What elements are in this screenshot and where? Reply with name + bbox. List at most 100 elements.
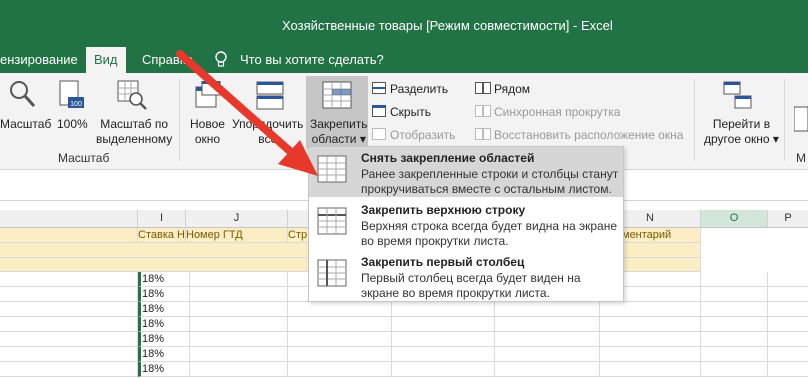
table-cell[interactable] [495,347,600,362]
table-cell[interactable] [600,362,701,377]
freeze-first-column-title: Закрепить первый столбец [361,255,525,269]
table-cell[interactable] [768,317,808,332]
table-cell[interactable] [186,347,288,362]
table-cell[interactable] [288,302,392,317]
vat-cell[interactable]: 18% [138,347,190,362]
table-cell[interactable] [768,332,808,347]
table-cell[interactable] [288,362,392,377]
zoom-icon [8,79,36,112]
column-header-i[interactable]: I [138,210,186,228]
unhide-button[interactable]: Отобразить [390,128,455,142]
table-cell[interactable] [392,317,495,332]
arrange-all-button[interactable]: Упорядочить все [232,117,303,147]
vat-cell[interactable]: 18% [138,362,190,377]
column-header-j[interactable]: J [186,210,288,228]
table-cell[interactable] [600,317,701,332]
table-cell[interactable] [186,362,288,377]
freeze-top-row-icon [317,207,347,237]
table-cell[interactable] [600,332,701,347]
new-window-icon [194,80,222,114]
sync-scroll-icon [475,105,491,120]
vat-cell[interactable]: 18% [138,287,190,302]
column-header[interactable] [0,210,138,228]
vat-cell[interactable]: 18% [138,332,190,347]
table-cell[interactable] [768,302,808,317]
zoom-selection-button[interactable]: Масштаб по выделенному [96,117,172,147]
sync-scroll-button[interactable]: Синхронная прокрутка [494,105,620,119]
table-cell[interactable] [186,317,288,332]
header-cell-comment[interactable]: ментарий [622,228,701,243]
table-cell[interactable] [701,362,768,377]
table-cell[interactable] [392,332,495,347]
tab-view[interactable]: Вид [86,47,126,73]
table-cell[interactable] [701,272,768,287]
divider [179,79,180,161]
freeze-top-row-item[interactable]: Закрепить верхнюю строку Верхняя строка … [309,199,623,249]
vat-cell[interactable]: 18% [138,272,190,287]
table-cell[interactable] [186,332,288,347]
new-window-button[interactable]: Новое окно [190,117,225,147]
side-by-side-button[interactable]: Рядом [494,82,530,96]
freeze-panes-icon [322,81,352,114]
table-cell[interactable] [495,332,600,347]
header-cell[interactable] [0,228,138,243]
zoom-button[interactable]: Масштаб [0,117,51,132]
table-cell[interactable] [186,302,288,317]
table-cell[interactable] [600,302,701,317]
table-cell[interactable] [0,302,138,317]
tell-me-input[interactable]: Что вы хотите сделать? [240,47,384,73]
table-cell[interactable] [0,287,138,302]
zoom-100-button[interactable]: 100% [57,117,88,132]
table-cell[interactable] [288,347,392,362]
table-cell[interactable] [392,362,495,377]
table-cell[interactable] [768,272,808,287]
zoom-group-label: Масштаб [58,151,110,165]
table-cell[interactable] [0,332,138,347]
unfreeze-icon [317,155,347,185]
table-cell[interactable] [0,347,138,362]
freeze-panes-button[interactable]: Закрепить области ▾ [306,76,368,149]
table-cell[interactable] [0,272,138,287]
table-cell[interactable] [288,317,392,332]
header-cell-gtd[interactable]: Номер ГТД [186,228,288,243]
tab-help[interactable]: Справка [142,47,193,73]
reset-position-button[interactable]: Восстановить расположение окна [494,128,683,142]
table-cell[interactable] [701,347,768,362]
lightbulb-icon [214,47,228,73]
vat-cell[interactable]: 18% [138,302,190,317]
table-cell[interactable] [768,362,808,377]
title-bar: Хозяйственные товары [Режим совместимост… [0,0,808,47]
freeze-panes-menu: Снять закрепление областей Ранее закрепл… [308,146,624,302]
table-cell[interactable] [701,302,768,317]
new-window-label-2: окно [194,132,221,146]
vat-cell[interactable]: 18% [138,317,190,332]
hide-button[interactable]: Скрыть [390,105,431,119]
split-button[interactable]: Разделить [390,82,448,96]
tab-review[interactable]: ензирование [0,47,78,73]
table-cell[interactable] [701,317,768,332]
unhide-icon [372,128,386,143]
table-cell[interactable] [701,287,768,302]
table-cell[interactable] [288,332,392,347]
unfreeze-panes-item[interactable]: Снять закрепление областей Ранее закрепл… [309,147,623,197]
window-title: Хозяйственные товары [Режим совместимост… [282,18,613,33]
table-cell[interactable] [186,272,288,287]
table-cell[interactable] [768,287,808,302]
table-cell[interactable] [701,332,768,347]
table-cell[interactable] [495,302,600,317]
switch-windows-button[interactable]: Перейти в другое окно ▾ [704,117,779,147]
table-cell[interactable] [186,287,288,302]
table-cell[interactable] [392,347,495,362]
table-cell[interactable] [495,362,600,377]
header-cell-vat[interactable]: Ставка Н [138,228,186,243]
side-by-side-icon [475,82,491,97]
table-cell[interactable] [392,302,495,317]
table-cell[interactable] [600,347,701,362]
table-cell[interactable] [768,347,808,362]
table-cell[interactable] [0,362,138,377]
column-header-o[interactable]: O [701,210,768,228]
column-header-p[interactable]: P [768,210,808,228]
table-cell[interactable] [0,317,138,332]
table-cell[interactable] [495,317,600,332]
freeze-first-column-item[interactable]: Закрепить первый столбец Первый столбец … [309,251,623,301]
